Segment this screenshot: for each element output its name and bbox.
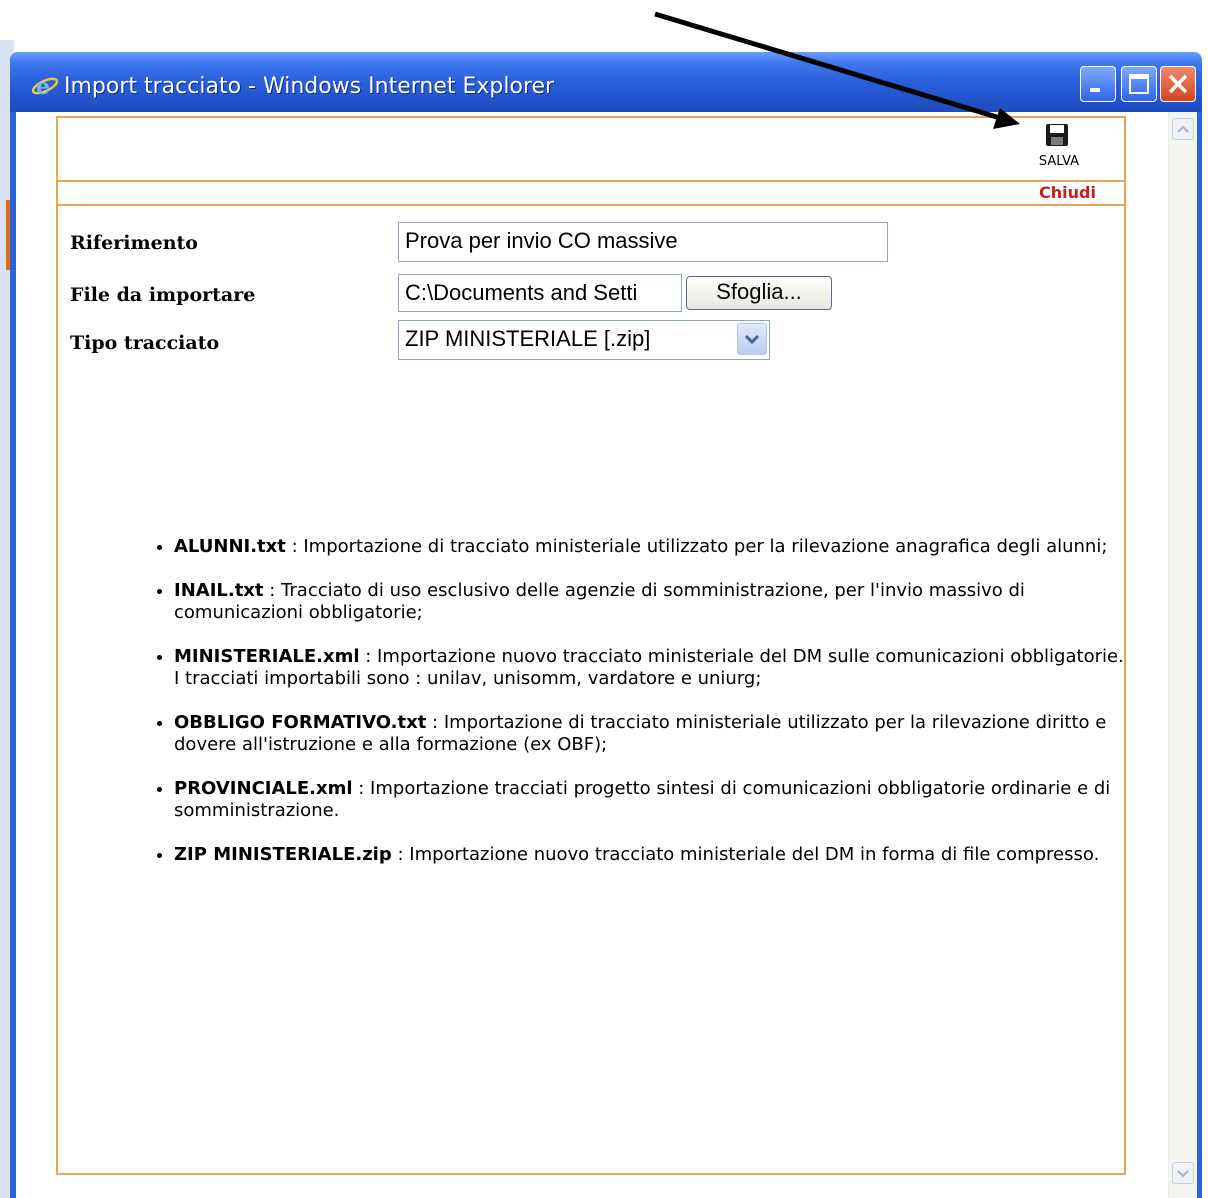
ie-popup-window: e Import tracciato - Windows Internet Ex… <box>10 52 1202 1198</box>
list-item: MINISTERIALE.xml : Importazione nuovo tr… <box>174 646 1154 690</box>
list-item: INAIL.txt : Tracciato di uso esclusivo d… <box>174 580 1154 624</box>
tipo-select[interactable]: ZIP MINISTERIALE [.zip] <box>398 320 770 360</box>
toolbar: SALVA <box>58 118 1124 182</box>
riferimento-label: Riferimento <box>70 232 198 254</box>
browse-button[interactable]: Sfoglia... <box>686 276 832 310</box>
item-name: MINISTERIALE.xml <box>174 646 360 667</box>
file-path-input[interactable]: C:\Documents and Setti <box>398 274 682 312</box>
tipo-label: Tipo tracciato <box>70 332 220 354</box>
riferimento-input[interactable]: Prova per invio CO massive <box>398 222 888 262</box>
floppy-disk-icon <box>1046 124 1068 146</box>
window-title: Import tracciato - Windows Internet Expl… <box>64 74 555 99</box>
save-button[interactable]: SALVA <box>1024 120 1094 176</box>
title-bar[interactable]: e Import tracciato - Windows Internet Ex… <box>10 52 1202 112</box>
chevron-down-icon <box>1177 1170 1189 1178</box>
item-name: PROVINCIALE.xml <box>174 778 353 799</box>
import-panel: SALVA Chiudi Riferimento Prova per invio… <box>56 116 1126 1175</box>
scroll-down-button[interactable] <box>1172 1162 1194 1184</box>
vertical-scrollbar[interactable] <box>1168 112 1197 1198</box>
item-name: OBBLIGO FORMATIVO.txt <box>174 712 427 733</box>
maximize-icon <box>1129 74 1149 94</box>
item-name: ZIP MINISTERIALE.zip <box>174 844 392 865</box>
close-link[interactable]: Chiudi <box>1039 183 1096 202</box>
item-text: : Importazione nuovo tracciato ministeri… <box>391 844 1100 865</box>
chevron-down-icon[interactable] <box>737 323 767 355</box>
file-label: File da importare <box>70 284 256 306</box>
close-icon <box>1168 74 1188 94</box>
format-list: ALUNNI.txt : Importazione di tracciato m… <box>140 536 1154 888</box>
maximize-button[interactable] <box>1121 66 1157 102</box>
scroll-up-button[interactable] <box>1172 118 1194 140</box>
item-text: : Tracciato di uso esclusivo delle agenz… <box>174 580 1025 623</box>
list-item: ALUNNI.txt : Importazione di tracciato m… <box>174 536 1154 558</box>
item-name: INAIL.txt <box>174 580 264 601</box>
list-item: PROVINCIALE.xml : Importazione tracciati… <box>174 778 1154 822</box>
item-name: ALUNNI.txt <box>174 536 286 557</box>
close-window-button[interactable] <box>1160 66 1196 102</box>
item-text: : Importazione nuovo tracciato ministeri… <box>359 646 1124 667</box>
chevron-up-icon <box>1177 125 1189 133</box>
save-label: SALVA <box>1038 154 1080 169</box>
item-extra: I tracciati importabili sono : unilav, u… <box>174 668 762 689</box>
svg-text:e: e <box>36 74 50 100</box>
list-item: ZIP MINISTERIALE.zip : Importazione nuov… <box>174 844 1154 866</box>
window-content: SALVA Chiudi Riferimento Prova per invio… <box>16 112 1197 1198</box>
close-bar: Chiudi <box>58 182 1124 206</box>
list-item: OBBLIGO FORMATIVO.txt : Importazione di … <box>174 712 1154 756</box>
minimize-button[interactable] <box>1080 66 1116 102</box>
minimize-icon <box>1090 88 1100 92</box>
ie-icon: e <box>30 72 60 100</box>
item-text: : Importazione di tracciato ministeriale… <box>285 536 1108 557</box>
tipo-select-value: ZIP MINISTERIALE [.zip] <box>405 326 651 351</box>
